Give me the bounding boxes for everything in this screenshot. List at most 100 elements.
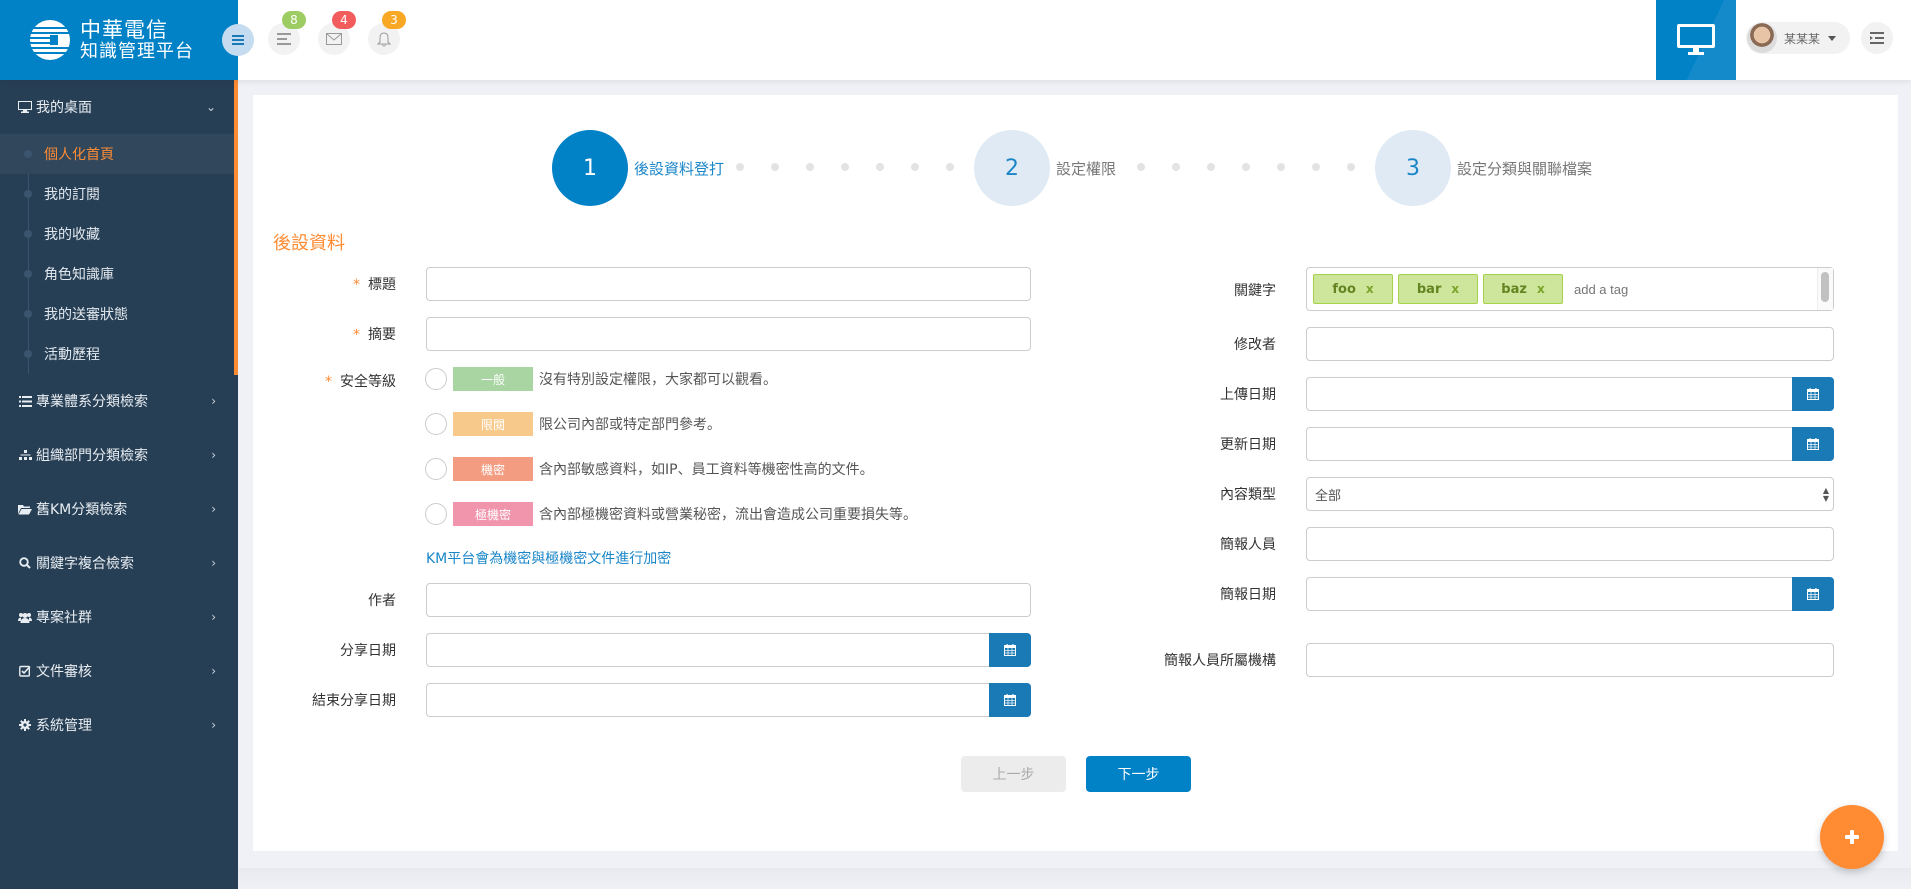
required-mark: *: [325, 374, 332, 390]
chevron-right-icon: ›: [211, 394, 216, 408]
modifier-row: 修改者: [1100, 327, 1834, 361]
sidebar-item-role-knowledge[interactable]: 角色知識庫: [0, 254, 238, 294]
content-type-select[interactable]: 全部 ▲ ▼: [1306, 477, 1834, 511]
menu-toggle-button[interactable]: [222, 24, 254, 56]
step-number: 3: [1375, 130, 1451, 206]
title-input[interactable]: [426, 267, 1031, 301]
right-panel-toggle-button[interactable]: [1861, 22, 1893, 54]
tag-box-scrollbar[interactable]: [1817, 268, 1833, 310]
bell-icon: [377, 31, 391, 46]
presenter-org-input[interactable]: [1306, 643, 1834, 677]
messages-button[interactable]: 4: [318, 11, 356, 55]
content-type-label: 內容類型: [1220, 487, 1276, 503]
remove-tag-icon[interactable]: x: [1451, 282, 1459, 296]
user-menu[interactable]: 某某某: [1746, 22, 1850, 54]
radio-button[interactable]: [425, 458, 447, 480]
wizard-step-1[interactable]: 1 後設資料登打: [552, 130, 724, 206]
encryption-note-link[interactable]: KM平台會為機密與極機密文件進行加密: [426, 548, 671, 568]
tasks-button[interactable]: 8: [268, 11, 306, 55]
upload-date-calendar-button[interactable]: [1792, 377, 1834, 411]
add-floating-button[interactable]: [1820, 805, 1884, 869]
sidebar-group-professional-search[interactable]: 專業體系分類檢索 ›: [0, 374, 238, 428]
sidebar-item-label: 我的訂閱: [44, 187, 100, 203]
sidebar-item-activity-history[interactable]: 活動歷程: [0, 334, 238, 374]
upload-date-input[interactable]: [1306, 377, 1792, 411]
bullet-icon: [24, 350, 32, 358]
presenter-input[interactable]: [1306, 527, 1834, 561]
level-description: 沒有特別設定權限，大家都可以觀看。: [539, 372, 777, 388]
presentation-date-input[interactable]: [1306, 577, 1792, 611]
desktop-view-button[interactable]: [1656, 0, 1736, 80]
calendar-icon: [1807, 438, 1819, 450]
sidebar-group-label: 舊KM分類檢索: [36, 502, 128, 518]
security-option-top-secret[interactable]: 極機密 含內部極機密資料或營業秘密，流出會造成公司重要損失等。: [425, 502, 917, 526]
sidebar-group-project-community[interactable]: 專案社群 ›: [0, 590, 238, 644]
caret-down-icon: [1828, 35, 1837, 41]
remove-tag-icon[interactable]: x: [1366, 282, 1374, 296]
share-date-calendar-button[interactable]: [989, 633, 1031, 667]
level-description: 含內部極機密資料或營業秘密，流出會造成公司重要損失等。: [539, 507, 917, 523]
sidebar-item-review-status[interactable]: 我的送審狀態: [0, 294, 238, 334]
sidebar-item-favorites[interactable]: 我的收藏: [0, 214, 238, 254]
brand[interactable]: 中華電信 知識管理平台: [0, 0, 238, 80]
hamburger-icon: [232, 35, 244, 45]
keywords-tag-input[interactable]: foo x bar x baz x: [1306, 267, 1834, 311]
sidebar-item-personal-home[interactable]: 個人化首頁: [0, 134, 238, 174]
update-date-input[interactable]: [1306, 427, 1792, 461]
radio-button[interactable]: [425, 503, 447, 525]
chunghwa-logo-icon: [30, 20, 70, 60]
indent-icon: [1870, 32, 1884, 44]
wizard-step-3[interactable]: 3 設定分類與關聯檔案: [1375, 130, 1592, 206]
end-share-date-calendar-button[interactable]: [989, 683, 1031, 717]
sidebar-group-my-desktop[interactable]: 我的桌面 ⌄: [0, 80, 238, 134]
presenter-org-row: 簡報人員所屬機構: [1100, 643, 1834, 677]
presentation-date-calendar-button[interactable]: [1792, 577, 1834, 611]
security-option-general[interactable]: 一般 沒有特別設定權限，大家都可以觀看。: [425, 367, 777, 391]
monitor-icon: [1677, 24, 1715, 55]
tag-text: foo: [1332, 281, 1356, 297]
share-date-input[interactable]: [426, 633, 989, 667]
notifications-button[interactable]: 3: [368, 11, 406, 55]
modifier-input[interactable]: [1306, 327, 1834, 361]
users-icon: [18, 610, 32, 624]
sidebar-item-label: 角色知識庫: [44, 267, 114, 283]
sidebar-item-label: 我的送審狀態: [44, 307, 128, 323]
plus-icon: [1845, 830, 1859, 844]
previous-step-button[interactable]: 上一步: [961, 756, 1066, 792]
security-level-label: 安全等級: [340, 374, 396, 390]
tag-text: bar: [1416, 281, 1442, 297]
sidebar-item-label: 活動歷程: [44, 347, 100, 363]
required-mark: *: [353, 327, 360, 343]
calendar-icon: [1807, 388, 1819, 400]
sidebar-group-old-km-search[interactable]: 舊KM分類檢索 ›: [0, 482, 238, 536]
wizard-step-2[interactable]: 2 設定權限: [974, 130, 1116, 206]
author-input[interactable]: [426, 583, 1031, 617]
bullet-icon: [24, 230, 32, 238]
sidebar-item-subscriptions[interactable]: 我的訂閱: [0, 174, 238, 214]
remove-tag-icon[interactable]: x: [1537, 282, 1545, 296]
radio-button[interactable]: [425, 368, 447, 390]
summary-input[interactable]: [426, 317, 1031, 351]
security-option-confidential[interactable]: 機密 含內部敏感資料，如IP、員工資料等機密性高的文件。: [425, 457, 874, 481]
section-title: 後設資料: [273, 233, 345, 254]
monitor-icon: [18, 100, 32, 114]
level-description: 限公司內部或特定部門參考。: [539, 417, 721, 433]
sidebar-group-label: 關鍵字複合檢索: [36, 556, 134, 572]
chevron-right-icon: ›: [211, 718, 216, 732]
brand-subtitle: 知識管理平台: [80, 40, 194, 62]
end-share-date-input[interactable]: [426, 683, 989, 717]
sidebar-group-department-search[interactable]: 組織部門分類檢索 ›: [0, 428, 238, 482]
messages-badge: 4: [332, 11, 356, 29]
security-option-restricted[interactable]: 限閱 限公司內部或特定部門參考。: [425, 412, 721, 436]
step-label: 後設資料登打: [634, 159, 725, 178]
add-tag-input[interactable]: [1574, 281, 1694, 297]
wizard-progress-dots: [1137, 163, 1355, 171]
keyword-tag: baz x: [1483, 274, 1563, 304]
next-step-button[interactable]: 下一步: [1086, 756, 1191, 792]
title-row: * 標題: [280, 267, 1031, 301]
update-date-calendar-button[interactable]: [1792, 427, 1834, 461]
radio-button[interactable]: [425, 413, 447, 435]
sidebar-group-keyword-search[interactable]: 關鍵字複合檢索 ›: [0, 536, 238, 590]
sidebar-group-system-admin[interactable]: 系統管理 ›: [0, 698, 238, 752]
sidebar-group-document-review[interactable]: 文件審核 ›: [0, 644, 238, 698]
